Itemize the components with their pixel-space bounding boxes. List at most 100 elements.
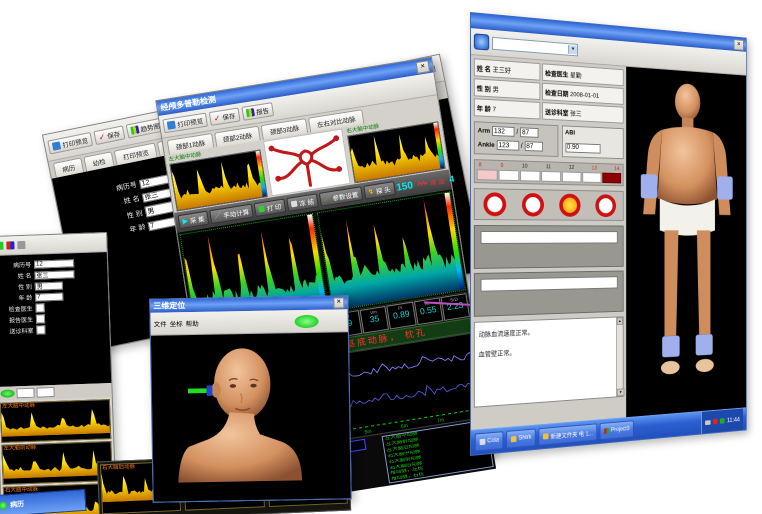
window-abi: × ▼ 姓 名 王三好 性 别 男 年 龄 7 检查医生 星勤 检查日 [470,12,747,456]
menu-file[interactable]: 文件 [154,318,167,328]
system-tray: 11:44 [701,408,743,433]
report-text-area[interactable]: 动脉血流速度正常。 血管壁正常。 ▲ ▼ [474,316,624,407]
info-cell: 送诊科室 张三 [542,102,623,123]
indicator-light [483,192,506,216]
value-cell: Vm35 [360,306,390,334]
gender-input[interactable] [35,281,63,290]
print-button[interactable]: 打 印 [254,198,287,217]
folder-icon [543,433,548,439]
delphi-icon [604,428,609,434]
status-ellipse-icon [295,314,319,327]
taskbar-button[interactable]: Shtrk [506,428,536,448]
taskbar-button[interactable]: Project3 [600,420,634,440]
close-icon[interactable]: × [333,297,344,308]
bp-panel: Arm / Ankle / [474,121,558,157]
arm-cuff [641,174,658,198]
acquire-button[interactable]: ▶采 集 [178,211,210,230]
age-input[interactable] [147,216,176,230]
arm-cuff [717,176,733,199]
report-line: 动脉血流速度正常。 [479,323,620,339]
taskbar-button[interactable]: Cola [475,431,504,451]
head-3d-view[interactable] [151,332,351,501]
menu-help[interactable]: 帮助 [186,318,199,328]
abi-panel: ABI [562,125,624,159]
clock[interactable]: 11:44 [727,416,740,423]
entry-panel [474,270,624,316]
ankle-systolic-input[interactable] [496,140,518,151]
gain-button[interactable]: 增 益 [414,174,448,191]
freeze-button[interactable]: 冻 结 [286,193,319,212]
menu-coords[interactable]: 坐标 [170,318,183,328]
ankle-cuff [662,335,680,357]
ankle-cuff [696,334,713,356]
arm-diastolic-input[interactable] [520,127,538,138]
prf-value: 150 [396,180,414,193]
status-ellipse [0,389,14,397]
chart-icon [246,108,255,117]
save-button[interactable]: ✓保存 [209,108,241,126]
freeze-icon [291,200,298,207]
probe-icon: ↯ [367,187,374,196]
value-cell: PI0.89 [387,302,417,330]
report-form: 病历号 姓 名 性 别 年 龄 检查医生 报告医生 送诊科室 [0,252,111,387]
probe-icon [188,388,207,393]
info-cell: 年 龄 7 [474,98,541,119]
report-button[interactable]: 报告 [241,102,274,121]
report-line: 血管壁正常。 [479,342,620,359]
chevron-down-icon: ▼ [568,45,577,54]
green-tray-icon[interactable] [720,418,725,424]
abi-value-input[interactable] [565,142,600,153]
keyboard-tray-icon[interactable] [705,420,710,425]
report-controls [0,383,112,401]
pen-icon: ／ [214,211,222,222]
record-no-input[interactable] [34,259,74,268]
info-cell: 姓 名 王三好 [474,58,541,80]
entry-panel [474,225,624,269]
print-preview-button[interactable]: 打印预览 [47,132,93,154]
abi-main: 姓 名 王三好 性 别 男 年 龄 7 检查医生 星勤 检查日期 2008-01… [471,55,746,430]
ankle-diastolic-input[interactable] [524,141,542,151]
wave-icon [417,180,428,187]
printer-icon [258,206,265,213]
green-tool-icon[interactable] [0,242,4,250]
age-input[interactable] [35,292,63,301]
checkbox[interactable] [35,303,44,312]
entry-field[interactable] [481,276,618,292]
document-icon [52,141,61,150]
scale-strip: 8 9 10 11 12 13 14 [474,159,624,186]
close-icon[interactable]: × [415,60,430,74]
app-icon[interactable] [474,33,489,50]
probe-button[interactable]: ↯探 头 [363,181,395,200]
spectrum-right [317,191,466,311]
protocol-combobox[interactable]: ▼ [492,36,578,56]
folder-icon [511,436,517,442]
check-icon: ✓ [98,132,106,142]
info-cell: 性 别 男 [474,78,541,100]
name-input[interactable] [34,270,74,279]
taskbar-button[interactable]: 新建文件夹 电 1... [539,423,597,445]
entry-field[interactable] [481,231,618,244]
body-3d-view[interactable] [626,67,746,417]
desktop-collage: 打印预览 ✓保存 趋势图 打印 仪器设置 × 关闭 病历 幼检 打印预览 退出 … [0,0,762,514]
window-head-3d: 三维定位 × 文件 坐标 帮助 [149,295,352,502]
checkbox[interactable] [36,314,45,323]
save-button[interactable]: ✓保存 [93,125,125,145]
gray-tool-icon[interactable] [17,241,25,249]
info-cell: 检查日期 2008-01-01 [542,83,623,105]
arm-systolic-input[interactable] [492,126,515,137]
value-cell: S/D2.23 [440,293,470,321]
close-icon[interactable]: × [734,39,744,51]
print-preview-button[interactable]: 打印预览 [162,113,208,134]
red-tray-icon[interactable] [713,419,718,425]
check-icon: ✓ [213,113,221,123]
play-icon: ▶ [182,217,189,226]
chart-icon [130,125,139,134]
chart-tool-icon[interactable] [6,241,14,249]
app-icon [480,439,486,445]
scrollbar[interactable]: ▲ ▼ [616,317,623,396]
age-label: 年 龄 [111,222,146,239]
head-toolbar: 文件 坐标 帮助 [150,309,347,335]
bottle-icon [167,121,176,130]
spectrum-thumbnail[interactable]: 左大脑中动脉 [0,399,111,443]
checkbox[interactable] [36,325,45,334]
